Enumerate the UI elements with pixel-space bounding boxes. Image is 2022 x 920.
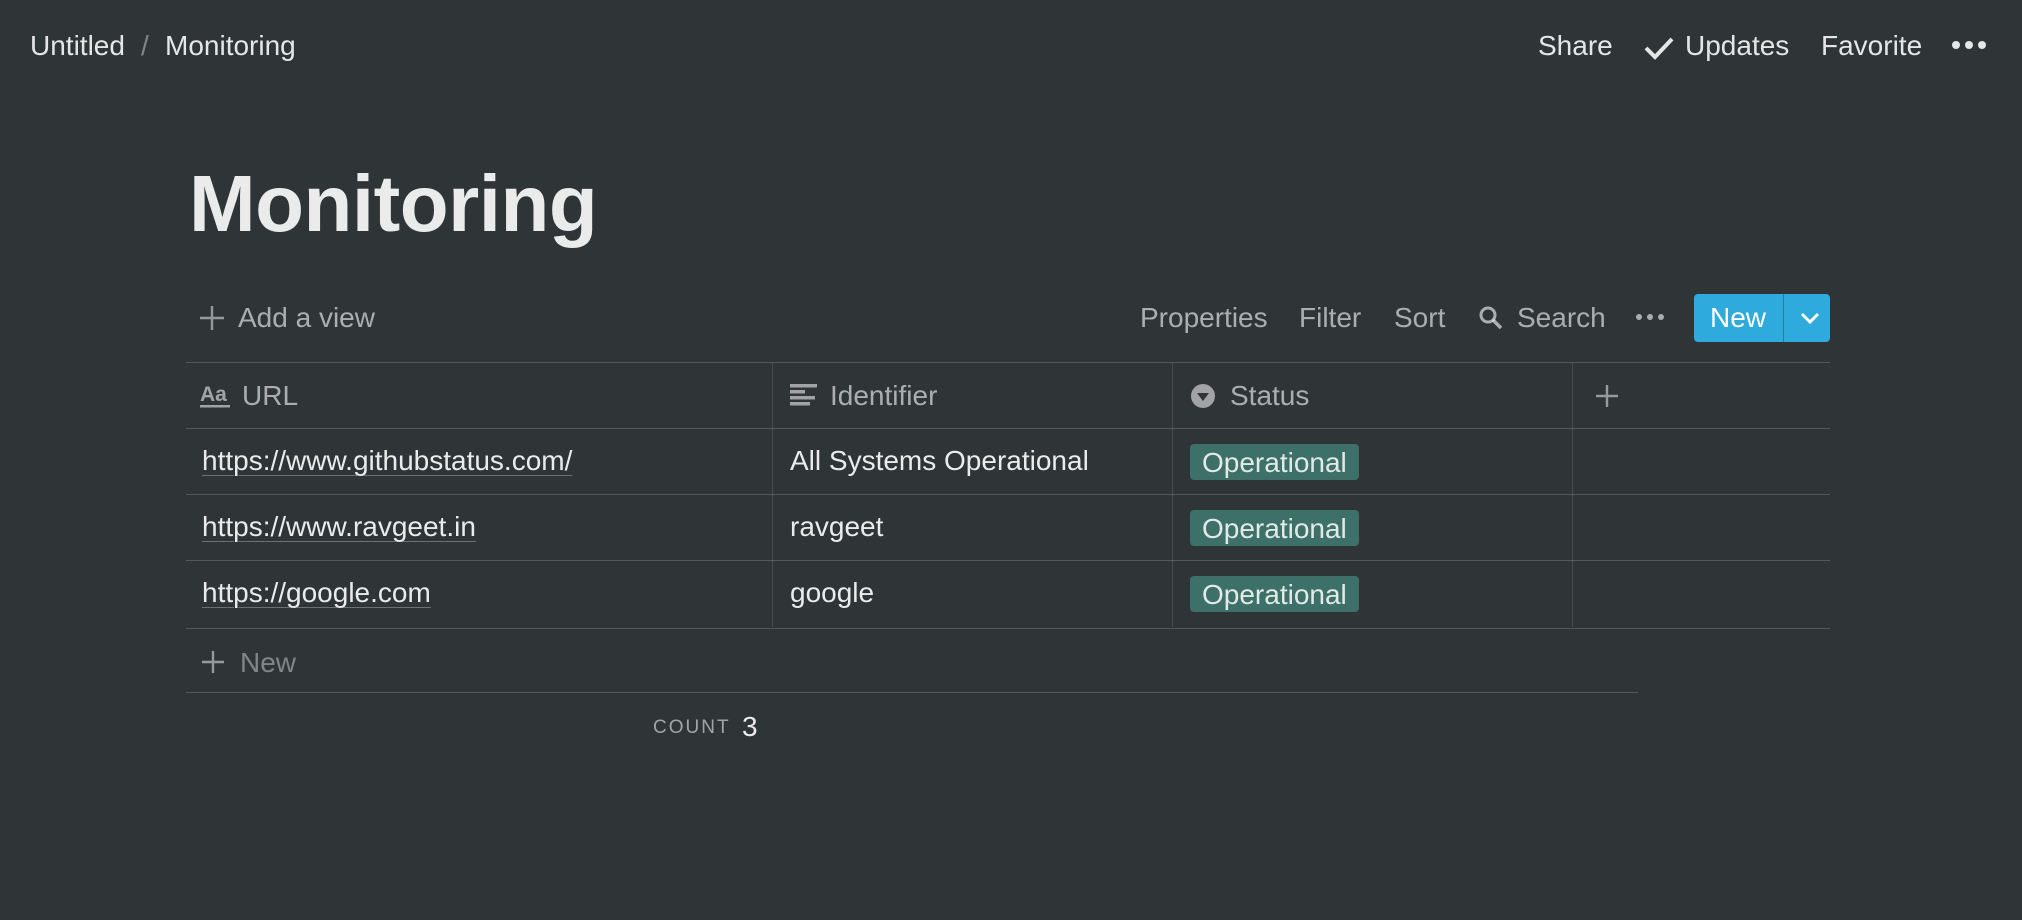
count-value: 3 <box>742 711 758 742</box>
row-divider <box>186 560 1830 561</box>
check-icon <box>1644 37 1674 60</box>
plus-icon <box>202 651 224 673</box>
view-options-icon[interactable] <box>1636 314 1664 320</box>
breadcrumb-parent[interactable]: Untitled <box>30 30 125 62</box>
table-bottom-border <box>186 628 1830 629</box>
footer-border <box>186 692 1638 693</box>
add-row-label: New <box>240 647 297 678</box>
identifier-cell[interactable]: google <box>790 577 874 609</box>
column-divider <box>772 363 773 627</box>
new-button-label: New <box>1710 302 1767 333</box>
chevron-down-icon[interactable] <box>1790 294 1830 342</box>
updates-label: Updates <box>1685 30 1790 61</box>
url-cell[interactable]: https://www.githubstatus.com/ <box>202 445 572 477</box>
new-button[interactable]: New <box>1694 294 1830 342</box>
breadcrumb-current[interactable]: Monitoring <box>165 30 296 62</box>
status-badge[interactable]: Operational <box>1190 576 1359 612</box>
add-view-button[interactable]: Add a view <box>238 302 375 334</box>
sort-button[interactable]: Sort <box>1394 302 1445 334</box>
more-options-icon[interactable] <box>1952 41 1986 49</box>
text-aa-icon: Aa <box>200 383 230 408</box>
search-icon[interactable] <box>1478 305 1504 331</box>
identifier-cell[interactable]: All Systems Operational <box>790 445 1089 477</box>
column-divider <box>1572 363 1573 627</box>
svg-text:Aa: Aa <box>200 383 227 406</box>
url-cell[interactable]: https://google.com <box>202 577 431 609</box>
column-label-identifier: Identifier <box>830 380 938 411</box>
properties-button[interactable]: Properties <box>1140 302 1268 334</box>
favorite-button[interactable]: Favorite <box>1821 30 1922 62</box>
updates-button[interactable]: Updates <box>1644 30 1790 62</box>
add-column-plus-icon[interactable] <box>1594 383 1620 409</box>
new-button-divider <box>1783 294 1784 342</box>
page-title[interactable]: Monitoring <box>189 158 598 250</box>
table-top-border <box>186 362 1830 363</box>
select-icon <box>1191 384 1215 408</box>
header-bottom-border <box>186 428 1830 429</box>
lines-icon <box>790 384 817 406</box>
filter-button[interactable]: Filter <box>1299 302 1361 334</box>
identifier-cell[interactable]: ravgeet <box>790 511 883 543</box>
top-bar: Untitled / Monitoring Share Updates Favo… <box>0 0 2022 92</box>
row-divider <box>186 494 1830 495</box>
status-badge[interactable]: Operational <box>1190 510 1359 546</box>
url-cell[interactable]: https://www.ravgeet.in <box>202 511 476 543</box>
column-label-url: URL <box>242 380 299 411</box>
add-view-plus-icon <box>200 306 224 330</box>
search-button[interactable]: Search <box>1517 302 1606 334</box>
share-button[interactable]: Share <box>1538 30 1613 62</box>
status-badge[interactable]: Operational <box>1190 444 1359 480</box>
column-label-status: Status <box>1230 380 1310 411</box>
breadcrumb-separator: / <box>141 30 149 61</box>
count-label: COUNT <box>653 717 731 738</box>
column-divider <box>1172 363 1173 627</box>
